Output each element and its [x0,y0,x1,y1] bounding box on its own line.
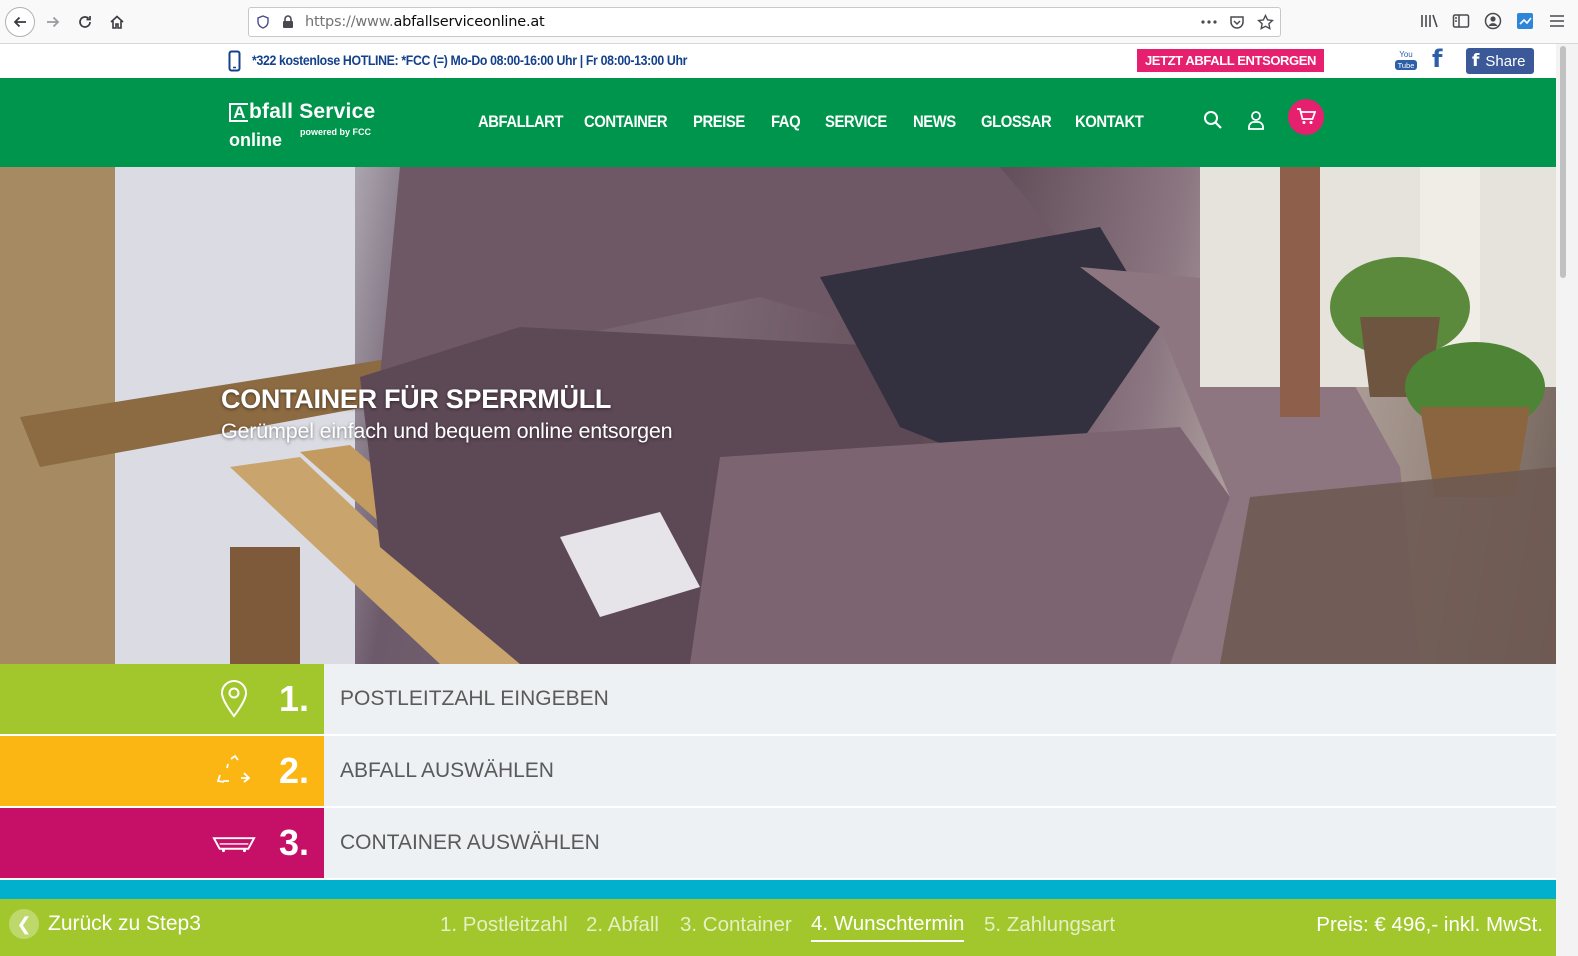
nav-item-abfallart[interactable]: ABFALLART [478,113,563,132]
step-color-block: 3. [0,808,324,878]
scrollbar-thumb[interactable] [1560,46,1566,278]
back-to-step3-button[interactable]: ❮ Zurück zu Step3 [9,909,201,939]
bookmark-star-icon[interactable] [1254,11,1276,33]
dispose-waste-now-button[interactable]: JETZT ABFALL ENTSORGEN [1137,49,1324,72]
step-number: 3. [279,822,310,863]
nav-item-glossar[interactable]: GLOSSAR [981,113,1052,132]
logo-subtitle: online [229,130,282,150]
browser-toolbar: https://www.abfallserviceonline.at [0,0,1578,44]
progress-footer-bar: ❮ Zurück zu Step3 1. Postleitzahl 2. Abf… [0,899,1556,956]
hero-title: CONTAINER FÜR SPERRMÜLL [221,384,612,414]
chevron-left-icon: ❮ [9,909,39,939]
lock-icon[interactable] [277,11,299,33]
step-row-postleitzahl[interactable]: 1. POSTLEITZAHL EINGEBEN [0,664,1556,734]
step-number: 2. [279,750,310,791]
user-icon[interactable] [1247,110,1265,135]
address-bar[interactable]: https://www.abfallserviceonline.at [248,7,1281,37]
nav-item-news[interactable]: NEWS [913,113,956,132]
location-pin-icon [212,680,256,718]
sidebar-icon[interactable] [1448,8,1474,34]
logo-powered-by: powered by FCC [300,127,372,137]
total-price: Preis: € 496,- inkl. MwSt. [1316,913,1543,936]
logo-mark: A [229,102,248,122]
share-label: Share [1485,52,1526,70]
hero-image [0,167,1556,664]
recycle-icon [212,752,256,790]
more-icon[interactable] [1198,11,1220,33]
library-icon[interactable] [1416,8,1442,34]
nav-item-faq[interactable]: FAQ [771,113,801,132]
step-label: ABFALL AUSWÄHLEN [340,759,554,782]
forward-arrow-icon[interactable] [38,7,68,37]
progress-step-container[interactable]: 3. Container [680,913,792,937]
progress-step-postleitzahl[interactable]: 1. Postleitzahl [440,913,568,937]
step-label: CONTAINER AUSWÄHLEN [340,831,600,854]
progress-step-zahlungsart[interactable]: 5. Zahlungsart [984,913,1115,937]
cart-button[interactable] [1288,99,1324,135]
extension-icon[interactable] [1512,8,1538,34]
pocket-icon[interactable] [1226,11,1248,33]
step-row-abfall[interactable]: 2. ABFALL AUSWÄHLEN [0,736,1556,806]
step-color-block: 1. [0,664,324,734]
nav-item-container[interactable]: CONTAINER [584,113,668,132]
back-arrow-icon[interactable] [5,7,35,37]
tracking-shield-icon[interactable] [252,11,274,33]
hotline-text: *322 kostenlose HOTLINE: *FCC (=) Mo-Do … [252,52,688,68]
info-bar: *322 kostenlose HOTLINE: *FCC (=) Mo-Do … [0,44,1556,78]
step-number: 1. [279,678,310,719]
account-icon[interactable] [1480,8,1506,34]
menu-icon[interactable] [1544,8,1570,34]
step-label: POSTLEITZAHL EINGEBEN [340,687,609,710]
nav-item-service[interactable]: SERVICE [825,113,887,132]
main-navigation: Abfall Service online powered by FCC ABF… [0,78,1556,167]
svg-text:You: You [1399,50,1413,59]
facebook-icon[interactable]: f [1432,47,1450,71]
site-logo[interactable]: Abfall Service online powered by FCC [229,101,375,149]
home-icon[interactable] [102,7,132,37]
nav-item-preise[interactable]: PREISE [693,113,745,132]
hero-subtitle: Gerümpel einfach und bequem online entso… [221,419,673,443]
search-icon[interactable] [1203,110,1223,135]
url-text: https://www.abfallserviceonline.at [305,14,545,30]
step-row-container[interactable]: 3. CONTAINER AUSWÄHLEN [0,808,1556,878]
back-step-label: Zurück zu Step3 [48,912,201,935]
reload-icon[interactable] [70,7,100,37]
facebook-share-button[interactable]: f Share [1466,48,1534,74]
hero-banner: CONTAINER FÜR SPERRMÜLL Gerümpel einfach… [0,167,1556,664]
logo-title: bfall Service [249,100,376,123]
cart-icon [1296,107,1317,128]
phone-icon [228,50,241,77]
svg-text:Tube: Tube [1398,61,1415,70]
facebook-f-icon: f [1472,51,1480,71]
container-icon [212,824,256,862]
nav-item-kontakt[interactable]: KONTAKT [1075,113,1144,132]
youtube-icon[interactable]: You Tube [1394,49,1418,71]
progress-step-abfall[interactable]: 2. Abfall [586,913,659,937]
progress-step-wunschtermin[interactable]: 4. Wunschtermin [811,912,965,942]
step-color-block: 2. [0,736,324,806]
page-scrollbar[interactable] [1556,44,1578,956]
